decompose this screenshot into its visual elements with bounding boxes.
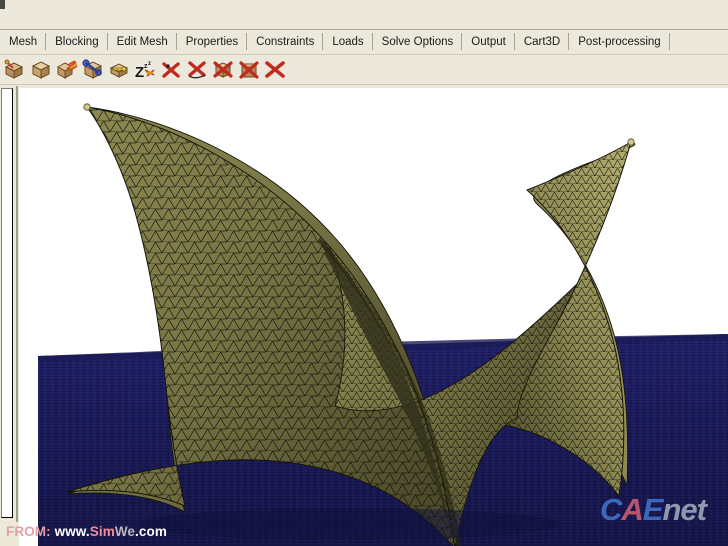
menu-tab-mesh[interactable]: Mesh [0,30,47,54]
watermark-we: We [114,524,136,539]
menu-tab-label: Loads [332,36,364,48]
menu-tab-properties[interactable]: Properties [177,30,248,54]
menu-tab-label: Output [471,36,506,48]
watermark-com: .com [135,524,167,539]
menu-tab-label: Constraints [256,36,315,48]
delete-node-icon[interactable] [158,57,184,83]
menu-tab-label: Edit Mesh [116,36,168,48]
delete-block-icon[interactable] [210,57,236,83]
application-window: Mesh Blocking Edit Mesh Properties Const… [0,0,728,546]
sleep-block-icon[interactable]: Z z z [132,57,158,83]
menu-tab-blocking[interactable]: Blocking [46,30,109,54]
window-corner-artifact [0,0,5,9]
mesh-toolbar[interactable]: Z z z [0,55,728,85]
menu-tab-constraints[interactable]: Constraints [247,30,324,54]
model-render [19,88,728,546]
main-menubar[interactable]: Mesh Blocking Edit Mesh Properties Const… [0,30,728,55]
create-hexa-block-icon[interactable] [28,57,54,83]
svg-text:Z: Z [135,64,144,81]
menu-tab-label: Solve Options [381,36,454,48]
menu-tab-post-processing[interactable]: Post-processing [569,30,671,54]
caenet-logo-a: A [621,492,643,527]
watermark-sim: Sim [89,524,115,539]
merge-block-icon[interactable] [106,57,132,83]
menubar-filler [670,30,728,54]
menu-tab-label: Cart3D [523,36,561,48]
left-side-rail-panel[interactable] [1,88,13,518]
delete-all-icon[interactable] [262,57,288,83]
menu-tab-cart3d[interactable]: Cart3D [515,30,570,54]
menu-tab-output[interactable]: Output [462,30,515,54]
source-watermark: FROM: www.SimWe.com [6,524,167,539]
top-strip [0,0,728,30]
delete-element-icon[interactable] [184,57,210,83]
split-block-icon[interactable] [54,57,80,83]
mast-tip-left [83,103,91,111]
caenet-logo-c: C [600,492,622,527]
menu-tab-label: Post-processing [578,36,661,48]
mast-tip-right [627,138,635,146]
watermark-www: www. [54,524,90,539]
menu-tab-label: Blocking [55,36,99,48]
menu-tab-edit-mesh[interactable]: Edit Mesh [108,30,177,54]
svg-text:z: z [148,61,151,67]
edit-block-icon[interactable] [80,57,106,83]
caenet-logo-net: net [662,492,706,527]
watermark-from-label: FROM: [6,524,51,539]
graphics-viewport[interactable] [19,88,728,546]
menu-tab-label: Properties [185,36,239,48]
panel-splitter[interactable] [16,86,18,522]
delete-mesh-icon[interactable] [236,57,262,83]
menu-tab-solve-options[interactable]: Solve Options [373,30,463,54]
create-element-icon[interactable] [2,57,28,83]
menu-tab-loads[interactable]: Loads [323,30,374,54]
menu-tab-label: Mesh [9,36,38,48]
caenet-logo-e: E [642,492,664,527]
caenet-logo: CAEnet [600,492,707,528]
